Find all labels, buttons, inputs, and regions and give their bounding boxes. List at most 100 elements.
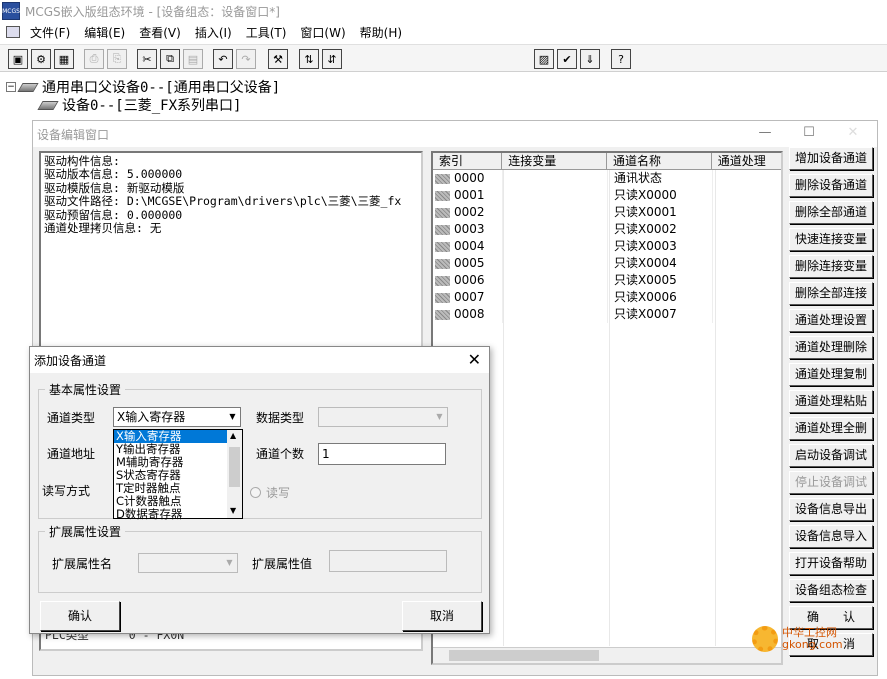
table-row[interactable]: 0006 只读X0005 — [433, 272, 781, 289]
device-tree: − 通用串口父设备0--[通用串口父设备] 设备0--[三菱_FX系列串口] — [0, 74, 887, 116]
dropdown-option[interactable]: T定时器触点 — [114, 482, 227, 495]
menu-window[interactable]: 窗口(W) — [300, 24, 345, 41]
ok-button[interactable]: 确认 — [40, 601, 120, 631]
print-icon[interactable]: ⎙ — [84, 49, 104, 69]
data-type-select[interactable]: ▼ — [318, 407, 448, 427]
chevron-down-icon[interactable]: ▼ — [230, 506, 236, 515]
action-button-10[interactable]: 通道处理全删 — [789, 417, 873, 440]
table-row[interactable]: 0008 只读X0007 — [433, 306, 781, 323]
move-down-icon[interactable]: ⇵ — [322, 49, 342, 69]
action-button-2[interactable]: 删除全部通道 — [789, 201, 873, 224]
copy-icon[interactable]: ⧉ — [160, 49, 180, 69]
chevron-down-icon[interactable]: ▼ — [222, 554, 237, 572]
tree-item-parent-device[interactable]: − 通用串口父设备0--[通用串口父设备] — [6, 77, 280, 97]
cancel-button[interactable]: 取消 — [402, 601, 482, 631]
dropdown-option[interactable]: M辅助寄存器 — [114, 456, 227, 469]
paste-icon[interactable]: ▤ — [183, 49, 203, 69]
channel-count-input[interactable]: 1 — [318, 443, 446, 465]
channel-icon — [435, 224, 450, 235]
action-button-14[interactable]: 设备信息导入 — [789, 525, 873, 548]
channel-icon — [435, 173, 450, 184]
dropdown-option[interactable]: C计数器触点 — [114, 495, 227, 508]
table-row[interactable]: 0001 只读X0000 — [433, 187, 781, 204]
help-icon[interactable]: ? — [611, 49, 631, 69]
action-button-6[interactable]: 通道处理设置 — [789, 309, 873, 332]
action-button-1[interactable]: 删除设备通道 — [789, 174, 873, 197]
menu-edit[interactable]: 编辑(E) — [84, 24, 125, 41]
action-button-16[interactable]: 设备组态检查 — [789, 579, 873, 602]
action-button-9[interactable]: 通道处理粘贴 — [789, 390, 873, 413]
column-channel-process[interactable]: 通道处理 — [712, 153, 781, 169]
collapse-icon[interactable]: − — [6, 82, 16, 92]
cell-channel-name: 只读X0007 — [606, 306, 712, 323]
minimize-icon[interactable]: — — [755, 125, 775, 143]
index-text: 0001 — [454, 188, 485, 202]
action-button-0[interactable]: 增加设备通道 — [789, 147, 873, 170]
cut-icon[interactable]: ✂ — [137, 49, 157, 69]
table-row[interactable]: 0000 通讯状态 — [433, 170, 781, 187]
tools-icon[interactable]: ⚒ — [268, 49, 288, 69]
chevron-up-icon[interactable]: ▲ — [230, 431, 236, 440]
cell-connected-var — [502, 289, 607, 306]
chevron-down-icon[interactable]: ▼ — [432, 408, 447, 426]
scrollbar-thumb[interactable] — [449, 650, 599, 661]
action-button-11[interactable]: 启动设备调试 — [789, 444, 873, 467]
close-icon[interactable]: ✕ — [468, 350, 481, 369]
channel-type-dropdown[interactable]: X输入寄存器 Y输出寄存器 M辅助寄存器 S状态寄存器 T定时器触点 C计数器触点 D数据寄… — [113, 429, 243, 521]
dropdown-scrollbar[interactable]: ▲ ▼ — [227, 430, 242, 518]
ext-name-select[interactable]: ▼ — [138, 553, 238, 573]
dialog-titlebar: 添加设备通道 ✕ — [30, 347, 489, 373]
action-button-4[interactable]: 删除连接变量 — [789, 255, 873, 278]
document-icon[interactable] — [6, 26, 20, 38]
save-icon[interactable]: ▦ — [54, 49, 74, 69]
menu-tools[interactable]: 工具(T) — [246, 24, 287, 41]
dropdown-option[interactable]: Y输出寄存器 — [114, 443, 227, 456]
rw-radio-readwrite[interactable]: 读写 — [250, 484, 290, 501]
move-up-icon[interactable]: ⇅ — [299, 49, 319, 69]
cell-channel-name: 通讯状态 — [606, 170, 712, 187]
table-row[interactable]: 0002 只读X0001 — [433, 204, 781, 221]
action-button-12[interactable]: 停止设备调试 — [789, 471, 873, 494]
tree-item-child-device[interactable]: 设备0--[三菱_FX系列串口] — [37, 95, 241, 115]
channel-icon — [435, 190, 450, 201]
action-button-7[interactable]: 通道处理删除 — [789, 336, 873, 359]
dropdown-option[interactable]: D数据寄存器 — [114, 508, 227, 521]
column-channel-name[interactable]: 通道名称 — [607, 153, 712, 169]
table-row[interactable]: 0003 只读X0002 — [433, 221, 781, 238]
menu-help[interactable]: 帮助(H) — [360, 24, 402, 41]
dropdown-option[interactable]: S状态寄存器 — [114, 469, 227, 482]
table-row[interactable]: 0007 只读X0006 — [433, 289, 781, 306]
check-icon[interactable]: ✔ — [557, 49, 577, 69]
horizontal-scrollbar[interactable] — [433, 647, 781, 663]
cell-index: 0008 — [433, 306, 502, 323]
device-manager-icon[interactable]: ▨ — [534, 49, 554, 69]
channel-type-select[interactable]: X输入寄存器 ▼ — [113, 407, 241, 427]
column-connected-var[interactable]: 连接变量 — [502, 153, 607, 169]
action-button-5[interactable]: 删除全部连接 — [789, 282, 873, 305]
print-preview-icon[interactable]: ⎘ — [107, 49, 127, 69]
menu-view[interactable]: 查看(V) — [139, 24, 181, 41]
action-button-3[interactable]: 快速连接变量 — [789, 228, 873, 251]
download-icon[interactable]: ⇓ — [580, 49, 600, 69]
table-row[interactable]: 0004 只读X0003 — [433, 238, 781, 255]
table-row[interactable]: 0005 只读X0004 — [433, 255, 781, 272]
properties-icon[interactable]: ▣ — [8, 49, 28, 69]
scrollbar-thumb[interactable] — [229, 447, 240, 487]
maximize-icon[interactable]: ☐ — [799, 125, 819, 143]
action-button-15[interactable]: 打开设备帮助 — [789, 552, 873, 575]
close-icon[interactable]: ✕ — [843, 125, 863, 143]
channel-address-label: 通道地址 — [47, 447, 96, 461]
undo-icon[interactable]: ↶ — [213, 49, 233, 69]
menu-file[interactable]: 文件(F) — [30, 24, 70, 41]
run-icon[interactable]: ⚙ — [31, 49, 51, 69]
column-index[interactable]: 索引 — [433, 153, 503, 169]
chevron-down-icon[interactable]: ▼ — [225, 408, 240, 426]
rw-mode-label: 读写方式 — [42, 484, 91, 498]
action-button-13[interactable]: 设备信息导出 — [789, 498, 873, 521]
redo-icon[interactable]: ↷ — [236, 49, 256, 69]
action-button-8[interactable]: 通道处理复制 — [789, 363, 873, 386]
ext-value-input[interactable] — [329, 550, 447, 572]
menu-insert[interactable]: 插入(I) — [195, 24, 232, 41]
ext-name-label: 扩展属性名 — [52, 557, 113, 571]
dropdown-option[interactable]: X输入寄存器 — [114, 430, 227, 443]
